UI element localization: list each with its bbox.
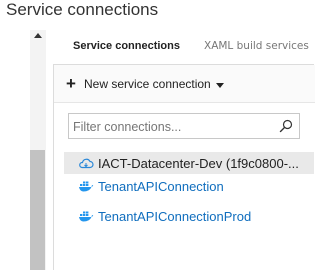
plus-icon: + <box>66 74 76 93</box>
page-title: Service connections <box>6 0 159 19</box>
connection-item-iact-datacenter-dev[interactable]: IACT-Datacenter-Dev (1f9c0800-... <box>64 152 314 174</box>
filter-connections-input[interactable] <box>73 118 273 135</box>
connection-label: TenantAPIConnectionProd <box>98 208 252 224</box>
docker-icon <box>79 181 94 192</box>
search-icon[interactable] <box>279 119 293 133</box>
connection-item-tenantapiconnectionprod[interactable]: TenantAPIConnectionProd <box>64 205 314 227</box>
connection-item-tenantapiconnection[interactable]: TenantAPIConnection <box>64 175 314 197</box>
connection-label: TenantAPIConnection <box>98 178 224 194</box>
docker-icon <box>79 211 94 222</box>
tab-xaml-build-services[interactable]: XAML build services <box>204 40 309 52</box>
new-service-connection-button[interactable]: + New service connection <box>64 75 224 93</box>
scrollbar-thumb[interactable] <box>30 150 45 270</box>
scroll-up-arrow-icon[interactable] <box>34 33 42 38</box>
new-service-connection-label: New service connection <box>84 77 211 91</box>
filter-box <box>68 113 300 139</box>
azure-cloud-icon <box>79 158 94 169</box>
tab-service-connections[interactable]: Service connections <box>73 40 180 52</box>
connection-label: IACT-Datacenter-Dev (1f9c0800-... <box>98 155 299 171</box>
chevron-down-icon <box>215 82 224 88</box>
